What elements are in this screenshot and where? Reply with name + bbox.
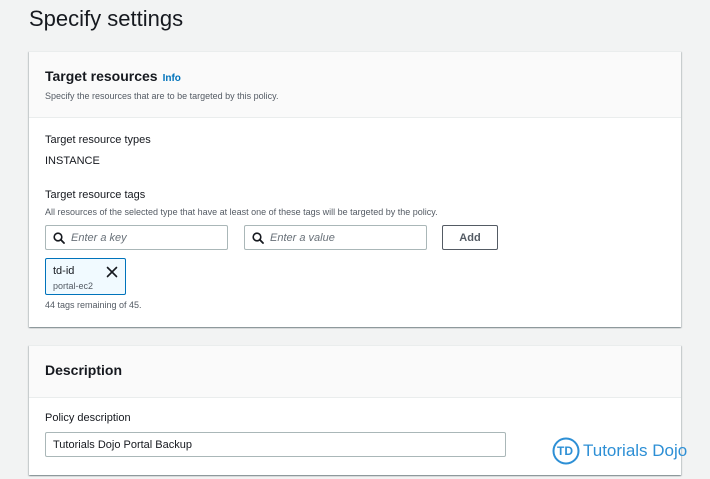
target-resources-title: Target resources	[45, 68, 158, 84]
watermark-text: Tutorials Dojo	[583, 441, 688, 460]
policy-description-label: Policy description	[45, 412, 131, 424]
watermark-logo-letters: TD	[557, 444, 573, 458]
tag-token: td-id portal-ec2	[45, 258, 126, 295]
tag-key-search[interactable]	[45, 225, 228, 250]
resource-tags-label: Target resource tags	[45, 189, 146, 201]
target-resources-panel: Target resources Info Specify the resourc…	[29, 51, 681, 327]
close-icon[interactable]	[106, 266, 118, 278]
target-resources-heading: Target resources Info	[45, 68, 181, 84]
info-link[interactable]: Info	[163, 73, 181, 84]
page-title: Specify settings	[29, 6, 184, 31]
description-header: Description	[29, 346, 681, 398]
add-tag-button[interactable]: Add	[442, 225, 498, 250]
tag-value-search[interactable]	[244, 225, 427, 250]
tag-key-input[interactable]	[71, 231, 221, 244]
tag-token-value: portal-ec2	[53, 281, 94, 291]
resource-types-label: Target resource types	[45, 134, 151, 146]
tag-token-key: td-id	[53, 265, 75, 277]
tags-remaining-text: 44 tags remaining of 45.	[45, 300, 142, 310]
tag-value-input[interactable]	[270, 231, 420, 244]
resource-tags-description: All resources of the selected type that …	[45, 207, 438, 217]
search-icon	[53, 231, 65, 244]
description-heading: Description	[45, 362, 123, 378]
policy-description-input[interactable]	[45, 432, 506, 457]
target-resources-header: Target resources Info Specify the resourc…	[29, 52, 681, 118]
tutorials-dojo-watermark: TD Tutorials Dojo	[552, 437, 687, 465]
target-resources-description: Specify the resources that are to be tar…	[45, 91, 279, 101]
resource-types-value: INSTANCE	[45, 155, 100, 167]
search-icon	[252, 231, 264, 244]
